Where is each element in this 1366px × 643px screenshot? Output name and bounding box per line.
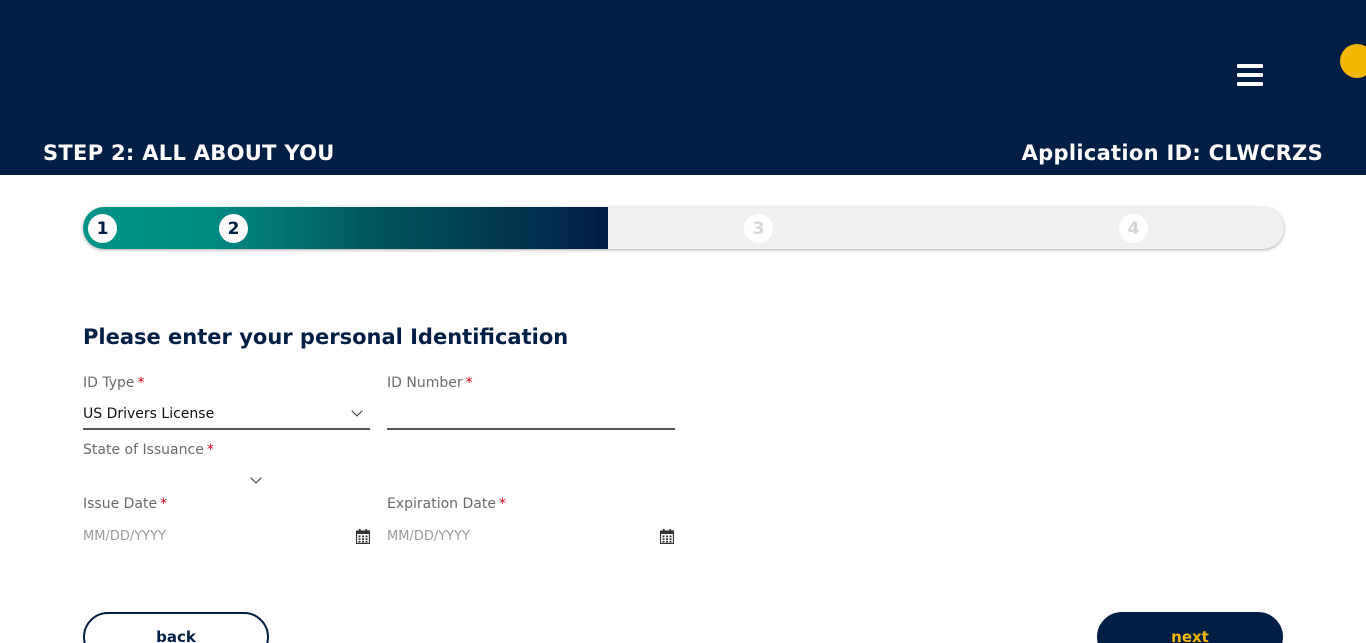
next-button[interactable]: next	[1097, 612, 1283, 643]
id-number-input[interactable]	[387, 400, 675, 430]
progress-bar: 1 2 3 4	[83, 207, 1284, 249]
expiration-date-label-text: Expiration Date	[387, 496, 496, 512]
id-number-label-text: ID Number	[387, 375, 463, 391]
chevron-down-icon	[351, 405, 363, 417]
section-title: Please enter your personal Identificatio…	[83, 325, 569, 349]
step-indicator-2: 2	[219, 214, 248, 243]
menu-bar	[1237, 82, 1263, 86]
state-of-issuance-label: State of Issuance *	[83, 442, 214, 458]
id-type-label: ID Type *	[83, 375, 145, 391]
help-icon[interactable]	[1340, 44, 1366, 78]
id-type-select[interactable]: US Drivers License	[83, 400, 370, 430]
progress-fill	[83, 207, 608, 249]
state-of-issuance-label-text: State of Issuance	[83, 442, 204, 458]
id-number-label: ID Number *	[387, 375, 473, 391]
chevron-down-icon	[250, 472, 262, 484]
step-indicator-4: 4	[1119, 214, 1148, 243]
menu-bar	[1237, 64, 1263, 68]
issue-date-label-text: Issue Date	[83, 496, 158, 512]
required-marker: *	[498, 496, 506, 512]
expiration-date-input[interactable]	[387, 524, 647, 548]
required-marker: *	[160, 496, 168, 512]
id-type-value: US Drivers License	[83, 406, 215, 422]
required-marker: *	[465, 375, 473, 391]
app-header: STEP 2: ALL ABOUT YOU Application ID: CL…	[0, 0, 1366, 175]
calendar-icon[interactable]	[356, 529, 370, 544]
calendar-icon[interactable]	[660, 529, 674, 544]
state-of-issuance-select[interactable]	[83, 466, 263, 496]
step-title: STEP 2: ALL ABOUT YOU	[43, 141, 335, 165]
issue-date-label: Issue Date *	[83, 496, 167, 512]
hamburger-menu-icon[interactable]	[1237, 64, 1263, 86]
step-indicator-3: 3	[744, 214, 773, 243]
expiration-date-label: Expiration Date *	[387, 496, 506, 512]
required-marker: *	[137, 375, 145, 391]
menu-bar	[1237, 73, 1263, 77]
id-type-label-text: ID Type	[83, 375, 135, 391]
back-button[interactable]: back	[83, 612, 269, 643]
issue-date-input[interactable]	[83, 524, 343, 548]
application-id: Application ID: CLWCRZS	[1021, 141, 1323, 165]
required-marker: *	[206, 442, 214, 458]
step-indicator-1: 1	[88, 214, 117, 243]
